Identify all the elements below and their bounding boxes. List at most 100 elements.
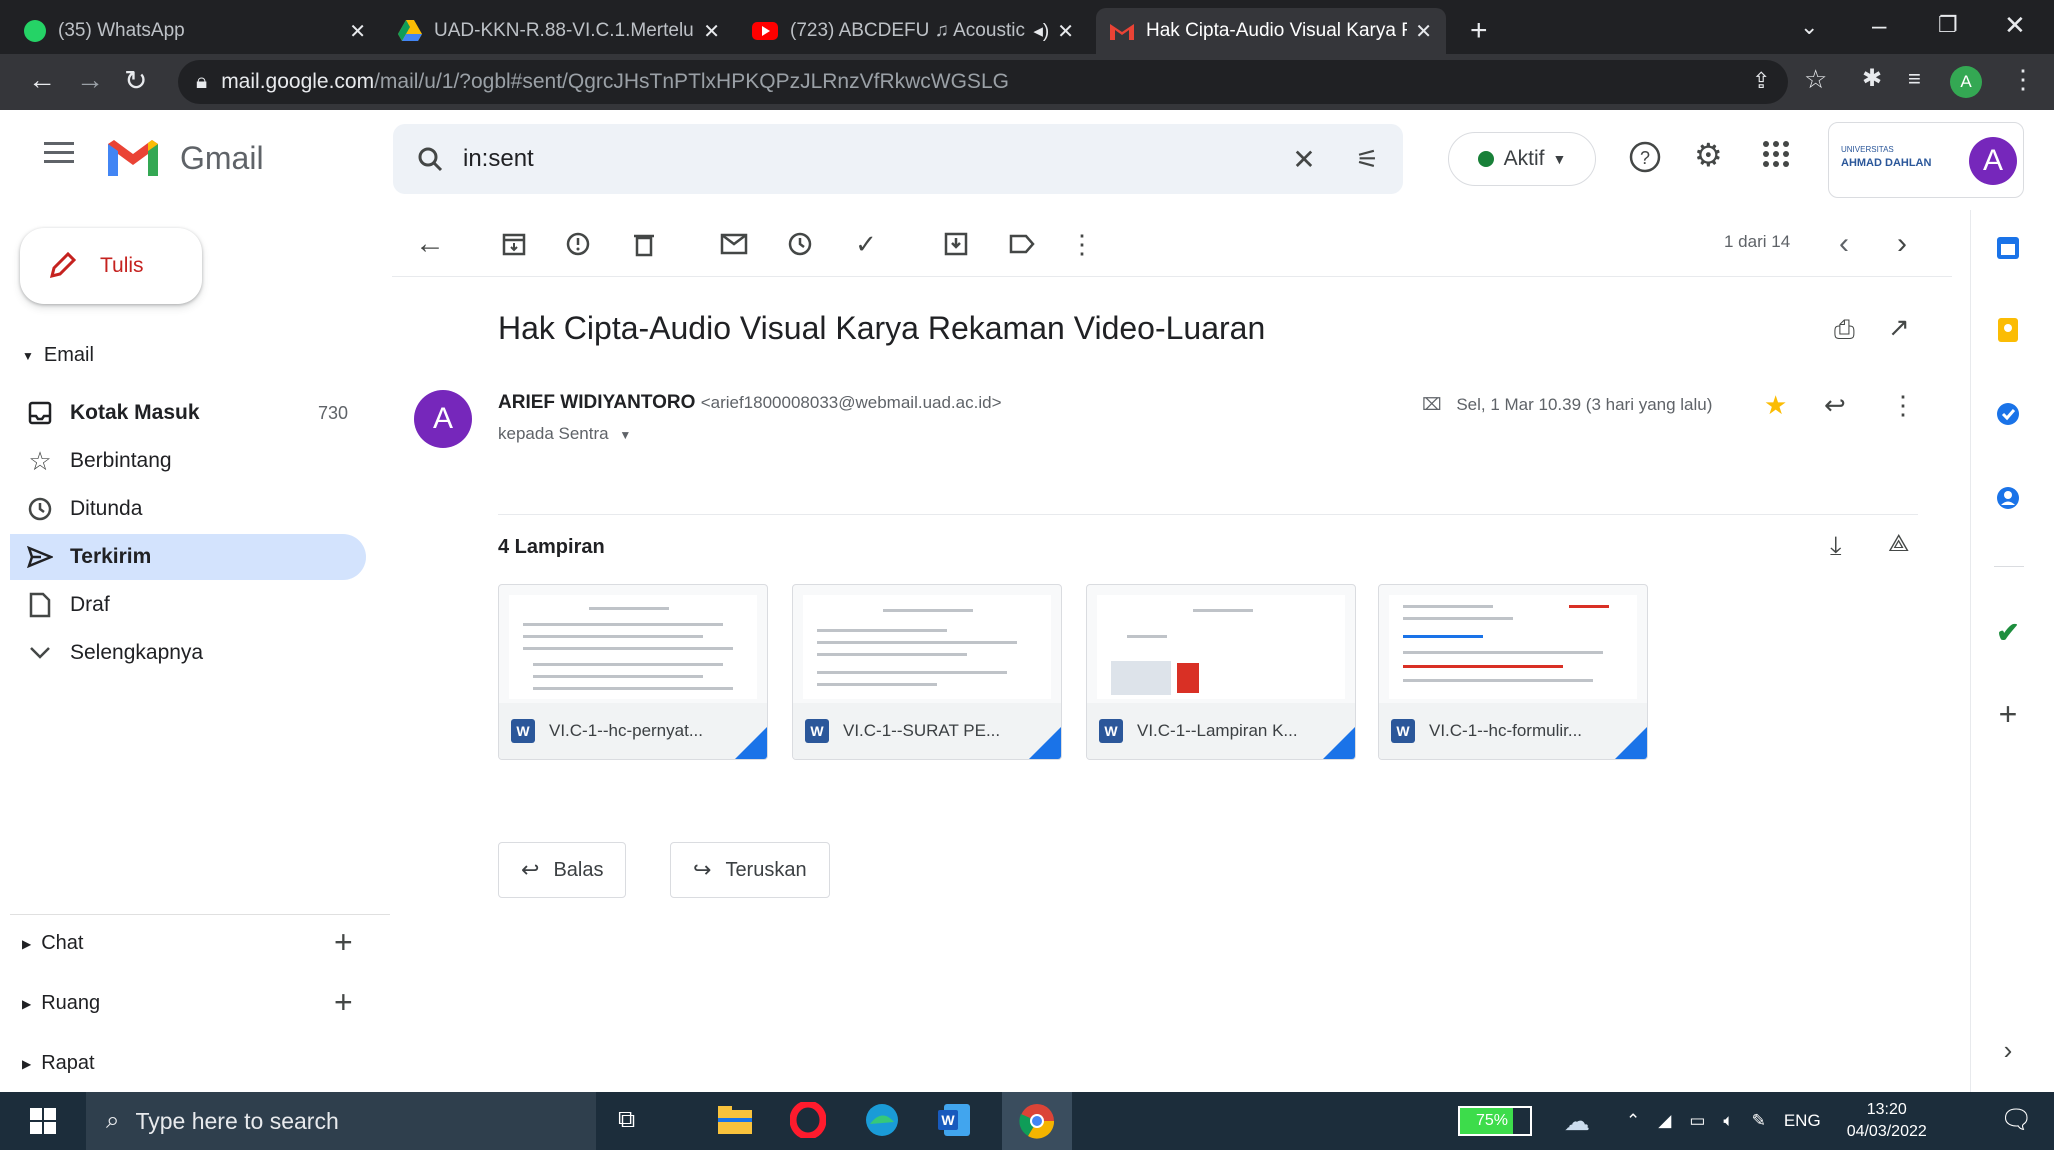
apps-grid-icon[interactable]	[1762, 140, 1790, 168]
report-spam-icon[interactable]	[560, 226, 596, 262]
chrome-taskbar-button[interactable]	[1002, 1092, 1072, 1150]
sidebar-item-more[interactable]: Selengkapnya	[10, 630, 366, 676]
windows-start-icon[interactable]	[30, 1108, 56, 1134]
expand-panel-icon[interactable]: ›	[1990, 1032, 2026, 1068]
tasks-icon[interactable]	[1990, 396, 2026, 432]
status-button[interactable]: Aktif ▼	[1448, 132, 1596, 186]
battery-indicator[interactable]: 75%	[1458, 1106, 1532, 1136]
restore-icon[interactable]: ❐	[1938, 12, 1958, 38]
minimize-icon[interactable]: –	[1872, 10, 1886, 41]
archive-icon[interactable]	[496, 226, 532, 262]
window-close-icon[interactable]: ✕	[2004, 10, 2026, 41]
contacts-icon[interactable]	[1990, 480, 2026, 516]
task-view-icon[interactable]: ⧉	[618, 1106, 635, 1134]
help-icon[interactable]: ?	[1628, 140, 1662, 174]
onedrive-cloud-icon[interactable]: ☁	[1564, 1106, 1590, 1137]
sidebar-item-sent[interactable]: Terkirim	[10, 534, 366, 580]
message-more-icon[interactable]: ⋮	[1890, 390, 1916, 421]
new-tab-icon[interactable]: +	[1470, 14, 1488, 48]
tab-search-icon[interactable]: ⌄	[1800, 14, 1818, 40]
file-explorer-icon[interactable]	[718, 1104, 752, 1134]
speaker-icon[interactable]: ◂)	[1033, 20, 1049, 43]
edge-icon[interactable]	[864, 1102, 900, 1138]
sender-avatar[interactable]: A	[414, 390, 472, 448]
tab-drive[interactable]: UAD-KKN-R.88-VI.C.1.Mertelu K... ✕	[384, 8, 734, 54]
add-to-drive-icon[interactable]: ⟁	[1888, 530, 1909, 558]
tab-youtube[interactable]: (723) ABCDEFU ♫ Acoustic | ◂) ✕	[738, 8, 1088, 54]
search-input[interactable]: in:sent	[463, 145, 1292, 173]
notification-center-icon[interactable]: 🗨︎	[2000, 1104, 2033, 1135]
section-rapat[interactable]: ▶ Rapat	[22, 1052, 95, 1075]
account-switcher[interactable]: UNIVERSITAS AHMAD DAHLAN A	[1828, 122, 2024, 198]
print-icon[interactable]: ⎙	[1834, 314, 1855, 346]
gmail-logo-icon[interactable]	[104, 136, 162, 180]
share-icon[interactable]: ⇪	[1752, 68, 1770, 94]
reading-list-icon[interactable]: ≡	[1908, 66, 1921, 92]
settings-gear-icon[interactable]: ⚙	[1694, 136, 1723, 174]
back-to-list-icon[interactable]: ←	[412, 226, 448, 262]
section-email[interactable]: ▼ Email	[22, 344, 94, 367]
add-to-tasks-icon[interactable]: ✓	[848, 226, 884, 262]
snooze-icon[interactable]	[782, 226, 818, 262]
browser-menu-icon[interactable]: ⋮	[2010, 64, 2036, 95]
download-all-icon[interactable]: ⤓	[1830, 530, 1842, 562]
back-icon[interactable]: ←	[28, 64, 56, 96]
compose-button[interactable]: Tulis	[20, 228, 202, 304]
delete-icon[interactable]	[626, 226, 662, 262]
close-tab-icon[interactable]: ✕	[1057, 19, 1074, 44]
display-icon[interactable]: ▭	[1689, 1111, 1705, 1131]
pen-icon[interactable]: ✎	[1752, 1111, 1766, 1131]
sidebar-item-starred[interactable]: ☆ Berbintang	[10, 438, 366, 484]
clear-search-icon[interactable]: ✕	[1292, 143, 1315, 176]
move-to-icon[interactable]	[938, 226, 974, 262]
add-space-icon[interactable]: +	[334, 986, 353, 1018]
starred-icon[interactable]: ★	[1764, 390, 1787, 421]
recipient-line[interactable]: kepada Sentra ▼	[498, 424, 631, 444]
main-menu-icon[interactable]	[44, 140, 74, 164]
search-icon[interactable]	[417, 146, 443, 172]
attachment-card[interactable]: W VI.C-1--Lampiran K...	[1086, 584, 1356, 760]
open-new-window-icon[interactable]: ↗	[1888, 312, 1910, 343]
older-chevron-icon[interactable]: ›	[1884, 226, 1920, 262]
close-tab-icon[interactable]: ✕	[703, 19, 720, 44]
volume-icon[interactable]: 🔈︎	[1723, 1111, 1733, 1131]
more-options-icon[interactable]: ⋮	[1064, 226, 1100, 262]
reload-icon[interactable]: ↻	[124, 64, 147, 97]
section-chat[interactable]: ▶ Chat	[22, 932, 83, 955]
sender-line[interactable]: ARIEF WIDIYANTORO <arief1800008033@webma…	[498, 392, 1002, 414]
section-ruang[interactable]: ▶ Ruang	[22, 992, 100, 1015]
clock[interactable]: 13:20 04/03/2022	[1847, 1099, 1927, 1143]
network-icon[interactable]: ◢	[1658, 1111, 1671, 1131]
label-icon[interactable]	[1004, 226, 1040, 262]
opera-icon[interactable]	[790, 1102, 826, 1138]
url-bar[interactable]: 🔒︎ mail.google.com /mail/u/1/?ogbl#sent/…	[178, 60, 1788, 104]
mark-unread-icon[interactable]	[716, 226, 752, 262]
newer-chevron-icon[interactable]: ‹	[1826, 226, 1862, 262]
attachment-card[interactable]: W VI.C-1--SURAT PE...	[792, 584, 1062, 760]
sidebar-item-inbox[interactable]: Kotak Masuk 730	[10, 390, 366, 436]
sidebar-item-drafts[interactable]: Draf	[10, 582, 366, 628]
tab-gmail[interactable]: Hak Cipta-Audio Visual Karya Re... ✕	[1096, 8, 1446, 54]
close-tab-icon[interactable]: ✕	[1415, 19, 1432, 44]
attachment-card[interactable]: W VI.C-1--hc-formulir...	[1378, 584, 1648, 760]
account-avatar[interactable]: A	[1969, 137, 2017, 185]
search-box[interactable]: in:sent ✕ ⚟	[393, 124, 1403, 194]
show-hidden-icon[interactable]: ⌃	[1626, 1111, 1640, 1131]
forward-icon[interactable]: →	[76, 64, 104, 96]
reply-icon[interactable]: ↩	[1824, 390, 1846, 421]
forward-button[interactable]: ↪ Teruskan	[670, 842, 830, 898]
calendar-icon[interactable]	[1990, 230, 2026, 266]
addon-check-icon[interactable]: ✔	[1990, 614, 2026, 650]
reply-button[interactable]: ↩ Balas	[498, 842, 627, 898]
word-icon[interactable]: W	[936, 1102, 972, 1138]
language-indicator[interactable]: ENG	[1784, 1111, 1821, 1131]
attachment-card[interactable]: W VI.C-1--hc-pernyat...	[498, 584, 768, 760]
search-options-icon[interactable]: ⚟	[1356, 144, 1379, 175]
keep-icon[interactable]	[1990, 312, 2026, 348]
taskbar-search[interactable]: ⌕ Type here to search	[86, 1092, 596, 1150]
bookmark-star-icon[interactable]: ☆	[1804, 64, 1827, 95]
get-addons-icon[interactable]: +	[1990, 696, 2026, 732]
profile-avatar[interactable]: A	[1950, 66, 1982, 98]
close-tab-icon[interactable]: ✕	[349, 19, 366, 44]
extensions-icon[interactable]: ✱	[1862, 64, 1882, 93]
